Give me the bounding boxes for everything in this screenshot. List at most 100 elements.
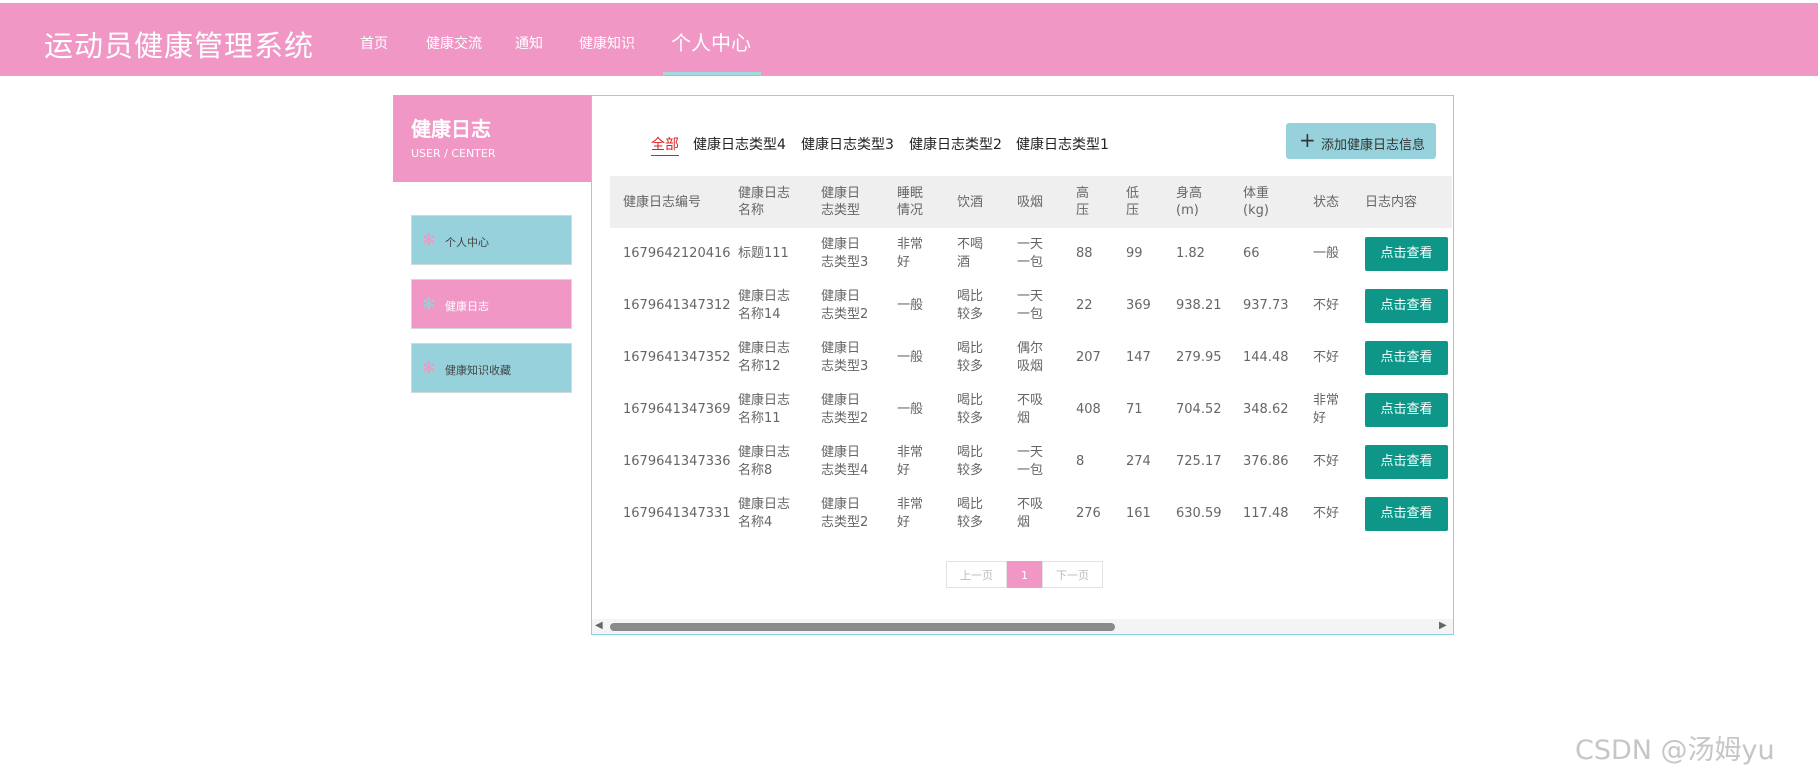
col-header: 状态: [1313, 194, 1340, 210]
cell-text: 一般: [897, 402, 924, 417]
table-cell: 276: [1076, 506, 1101, 521]
table-cell: 喝比较多: [944, 332, 1004, 384]
table-cell: 147: [1126, 350, 1151, 365]
view-log-button[interactable]: 点击查看: [1365, 393, 1448, 427]
table-cell: 点击查看: [1352, 436, 1452, 488]
table-body: 1679642120416 标题111 健康日志类型3 非常好 不喝酒 一天一包 88 99 1…: [610, 228, 1452, 540]
next-page-button[interactable]: 下一页: [1042, 561, 1103, 588]
table-cell: 937.73: [1243, 298, 1289, 313]
sidebar-item-health-log[interactable]: ✻ 健康日志: [411, 279, 572, 329]
table-cell: 健康日志类型2: [808, 280, 884, 332]
nav-health-knowledge[interactable]: 健康知识: [579, 33, 635, 53]
table-cell: 健康日志类型2: [808, 488, 884, 540]
table-cell: 健康日志名称11: [725, 384, 808, 436]
filter-all[interactable]: 全部: [651, 134, 679, 156]
table-cell: 不好: [1300, 488, 1352, 540]
col-header: 健康日志编号: [623, 194, 702, 210]
col-header-text: 高压: [1076, 186, 1090, 218]
table-cell: 348.62: [1243, 402, 1289, 417]
cell-text: 标题111: [738, 246, 789, 261]
nav-health-exchange[interactable]: 健康交流: [426, 33, 482, 53]
cell-text: 非常好: [897, 497, 924, 530]
col-header: 吸烟: [1017, 194, 1044, 210]
nav-notice[interactable]: 通知: [515, 33, 543, 53]
filter-type-4[interactable]: 健康日志类型4: [693, 134, 786, 154]
cell-text: 不吸烟: [1017, 497, 1044, 530]
cell-text: 健康日志名称8: [738, 445, 791, 478]
table-cell: 喝比较多: [944, 488, 1004, 540]
table-row: 1679642120416 标题111 健康日志类型3 非常好 不喝酒 一天一包 88 99 1…: [610, 228, 1452, 280]
table-cell: 376.86: [1243, 454, 1289, 469]
table-cell: 938.21: [1176, 298, 1222, 313]
health-log-panel: 全部 健康日志类型4 健康日志类型3 健康日志类型2 健康日志类型1 + 添加健…: [591, 95, 1454, 635]
table-cell: 非常好: [884, 436, 944, 488]
table-cell: 点击查看: [1352, 384, 1452, 436]
table-cell: 健康日志名称12: [725, 332, 808, 384]
table-cell: 22: [1076, 298, 1093, 313]
sidebar-item-knowledge-favorites[interactable]: ✻ 健康知识收藏: [411, 343, 572, 393]
table-cell: 非常好: [884, 228, 944, 280]
filter-type-1[interactable]: 健康日志类型1: [1016, 134, 1109, 154]
table-cell: 1679641347369: [623, 402, 731, 417]
table-cell: 偶尔吸烟: [1004, 332, 1063, 384]
nav-home[interactable]: 首页: [360, 33, 388, 53]
cell-text: 非常好: [897, 445, 924, 478]
table-cell: 喝比较多: [944, 384, 1004, 436]
col-header: 日志内容: [1365, 194, 1418, 210]
add-button-label: 添加健康日志信息: [1321, 138, 1426, 153]
cell-text: 一天一包: [1017, 237, 1044, 270]
pagination: 上一页 1 下一页: [946, 561, 1103, 588]
table-cell: 一般: [884, 280, 944, 332]
table-cell: 99: [1126, 246, 1143, 261]
cell-text: 健康日志类型4: [821, 445, 869, 478]
sidebar-title: 健康日志: [411, 117, 491, 141]
table-cell: 408: [1076, 402, 1101, 417]
filter-type-3[interactable]: 健康日志类型3: [801, 134, 894, 154]
table-cell: 66: [1243, 246, 1260, 261]
table-cell: 117.48: [1243, 506, 1289, 521]
table-cell: 点击查看: [1352, 280, 1452, 332]
table-row: 1679641347312 健康日志名称14 健康日志类型2 一般 喝比较多 一天一包 22…: [610, 280, 1452, 332]
table-cell: 喝比较多: [944, 280, 1004, 332]
view-log-button[interactable]: 点击查看: [1365, 341, 1448, 375]
table-cell: 8: [1076, 454, 1085, 469]
table-cell: 非常好: [1300, 384, 1352, 436]
table-cell: 369: [1126, 298, 1151, 313]
page-number-button[interactable]: 1: [1007, 561, 1042, 588]
table-cell: 704.52: [1176, 402, 1222, 417]
table-cell: 279.95: [1176, 350, 1222, 365]
view-log-button[interactable]: 点击查看: [1365, 497, 1448, 531]
cell-text: 健康日志类型3: [821, 237, 869, 270]
nav-personal-center[interactable]: 个人中心: [671, 27, 751, 56]
table-cell: 健康日志类型3: [808, 228, 884, 280]
col-header-text: 低压: [1126, 186, 1140, 218]
col-header: 低压: [1113, 176, 1163, 228]
table-cell: 点击查看: [1352, 228, 1452, 280]
col-header: 身高(m): [1163, 176, 1230, 228]
cell-text: 健康日志名称12: [738, 341, 791, 374]
scroll-right-icon[interactable]: ▶: [1439, 620, 1447, 631]
cell-text: 健康日志名称11: [738, 393, 791, 426]
table-cell: 健康日志类型2: [808, 384, 884, 436]
table-cell: 不吸烟: [1004, 488, 1063, 540]
cell-text: 一般: [897, 350, 924, 365]
view-log-button[interactable]: 点击查看: [1365, 445, 1448, 479]
sidebar-item-personal-center[interactable]: ✻ 个人中心: [411, 215, 572, 265]
cell-text: 一般: [897, 298, 924, 313]
col-header-text: 健康日志名称: [738, 186, 791, 218]
scroll-left-icon[interactable]: ◀: [595, 620, 603, 631]
sidebar-item-label: 个人中心: [445, 236, 489, 249]
prev-page-button[interactable]: 上一页: [946, 561, 1007, 588]
scrollbar-thumb[interactable]: [610, 623, 1115, 631]
table-cell: 1.82: [1176, 246, 1205, 261]
add-health-log-button[interactable]: + 添加健康日志信息: [1286, 123, 1436, 159]
cell-text: 不好: [1313, 506, 1340, 521]
cell-text: 一天一包: [1017, 289, 1044, 322]
view-log-button[interactable]: 点击查看: [1365, 237, 1448, 271]
table-cell: 1679641347336: [623, 454, 731, 469]
horizontal-scrollbar[interactable]: ◀ ▶: [592, 619, 1453, 634]
cell-text: 喝比较多: [957, 393, 984, 426]
table-cell: 健康日志类型4: [808, 436, 884, 488]
view-log-button[interactable]: 点击查看: [1365, 289, 1448, 323]
filter-type-2[interactable]: 健康日志类型2: [909, 134, 1002, 154]
